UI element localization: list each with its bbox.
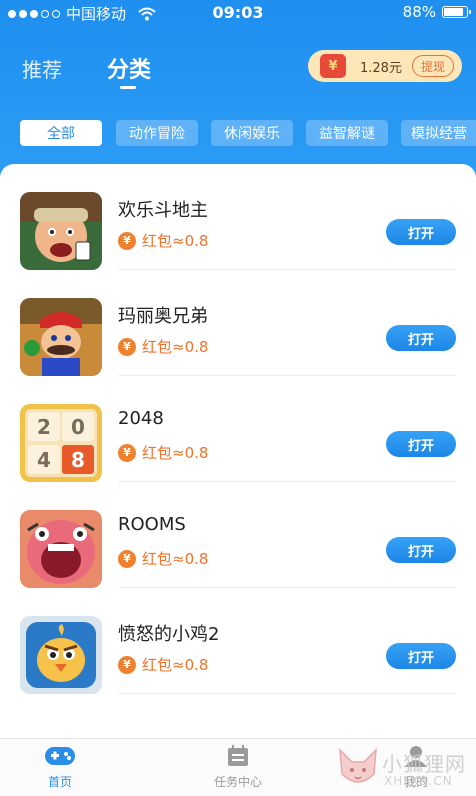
category-chip-casual[interactable]: 休闲娱乐 bbox=[211, 120, 293, 146]
reward-line: ¥ 红包≈0.8 bbox=[118, 442, 208, 463]
rooms-game-icon[interactable] bbox=[20, 510, 102, 588]
reward-balance-pill[interactable]: ¥ 1.28元 提现 bbox=[308, 50, 462, 82]
battery-percent: 88% bbox=[402, 3, 436, 21]
game-row[interactable]: 愤怒的小鸡2 ¥ 红包≈0.8 打开 bbox=[0, 588, 476, 694]
nav-label: 任务中心 bbox=[213, 775, 262, 789]
category-chip-all[interactable]: 全部 bbox=[20, 120, 102, 146]
open-button[interactable]: 打开 bbox=[386, 431, 456, 457]
game-row[interactable]: ROOMS ¥ 红包≈0.8 打开 bbox=[0, 482, 476, 588]
tile: 2 bbox=[28, 412, 60, 441]
coin-icon: ¥ bbox=[118, 337, 136, 356]
gamepad-icon bbox=[45, 747, 75, 765]
tile: 4 bbox=[28, 445, 60, 474]
coin-icon: ¥ bbox=[118, 655, 136, 674]
category-chip-puzzle[interactable]: 益智解谜 bbox=[306, 120, 388, 146]
game-list: 欢乐斗地主 ¥ 红包≈0.8 打开 玛丽奥兄弟 ¥ 红包≈0.8 打开 2 0 … bbox=[0, 164, 476, 739]
reward-line: ¥ 红包≈0.8 bbox=[118, 336, 208, 357]
tile: 8 bbox=[62, 445, 94, 474]
game-name: 愤怒的小鸡2 bbox=[118, 624, 220, 645]
withdraw-button[interactable]: 提现 bbox=[411, 55, 454, 77]
watermark: 小狐狸网 XHLKS.CN bbox=[336, 746, 472, 794]
game-row[interactable]: 欢乐斗地主 ¥ 红包≈0.8 打开 bbox=[0, 164, 476, 270]
coin-icon: ¥ bbox=[118, 231, 136, 250]
open-button[interactable]: 打开 bbox=[386, 643, 456, 669]
game-name: 欢乐斗地主 bbox=[118, 200, 208, 221]
nav-home[interactable]: 首页 bbox=[20, 745, 100, 790]
reward-estimate: 红包≈0.8 bbox=[142, 550, 209, 568]
game-name: ROOMS bbox=[118, 514, 186, 535]
reward-estimate: 红包≈0.8 bbox=[142, 656, 209, 674]
red-envelope-icon: ¥ bbox=[320, 54, 346, 78]
reward-amount: 1.28元 bbox=[360, 60, 402, 76]
game-name: 玛丽奥兄弟 bbox=[118, 306, 208, 327]
game-row[interactable]: 2 0 4 8 2048 ¥ 红包≈0.8 打开 bbox=[0, 376, 476, 482]
watermark-url: XHLKS.CN bbox=[384, 774, 453, 788]
category-chip-action[interactable]: 动作冒险 bbox=[116, 120, 198, 146]
tab-recommend[interactable]: 推荐 bbox=[22, 54, 62, 83]
nav-label: 首页 bbox=[47, 775, 72, 789]
coin-icon: ¥ bbox=[118, 443, 136, 462]
reward-line: ¥ 红包≈0.8 bbox=[118, 654, 208, 675]
calendar-icon bbox=[228, 745, 248, 766]
open-button[interactable]: 打开 bbox=[386, 537, 456, 563]
reward-line: ¥ 红包≈0.8 bbox=[118, 548, 208, 569]
active-tab-indicator bbox=[120, 86, 136, 89]
tile: 0 bbox=[62, 412, 94, 441]
watermark-title: 小狐狸网 bbox=[382, 752, 466, 776]
landlord-game-icon[interactable] bbox=[20, 192, 102, 270]
row-divider bbox=[118, 693, 456, 694]
open-button[interactable]: 打开 bbox=[386, 325, 456, 351]
reward-line: ¥ 红包≈0.8 bbox=[118, 230, 208, 251]
status-right: 88% bbox=[402, 3, 471, 21]
tab-category[interactable]: 分类 bbox=[107, 52, 151, 84]
open-button[interactable]: 打开 bbox=[386, 219, 456, 245]
reward-estimate: 红包≈0.8 bbox=[142, 444, 209, 462]
category-chip-simulation[interactable]: 模拟经营 bbox=[401, 120, 476, 146]
mario-game-icon[interactable] bbox=[20, 298, 102, 376]
game-row[interactable]: 玛丽奥兄弟 ¥ 红包≈0.8 打开 bbox=[0, 270, 476, 376]
game-name: 2048 bbox=[118, 408, 164, 429]
reward-estimate: 红包≈0.8 bbox=[142, 232, 209, 250]
tiles-2048-game-icon[interactable]: 2 0 4 8 bbox=[20, 404, 102, 482]
angry-chick-game-icon[interactable] bbox=[20, 616, 102, 694]
status-bar: 中国移动 09:03 88% bbox=[0, 0, 476, 26]
fox-logo-icon bbox=[339, 748, 377, 783]
reward-estimate: 红包≈0.8 bbox=[142, 338, 209, 356]
coin-icon: ¥ bbox=[118, 549, 136, 568]
nav-task-center[interactable]: 任务中心 bbox=[198, 745, 278, 790]
battery-icon bbox=[442, 6, 471, 18]
